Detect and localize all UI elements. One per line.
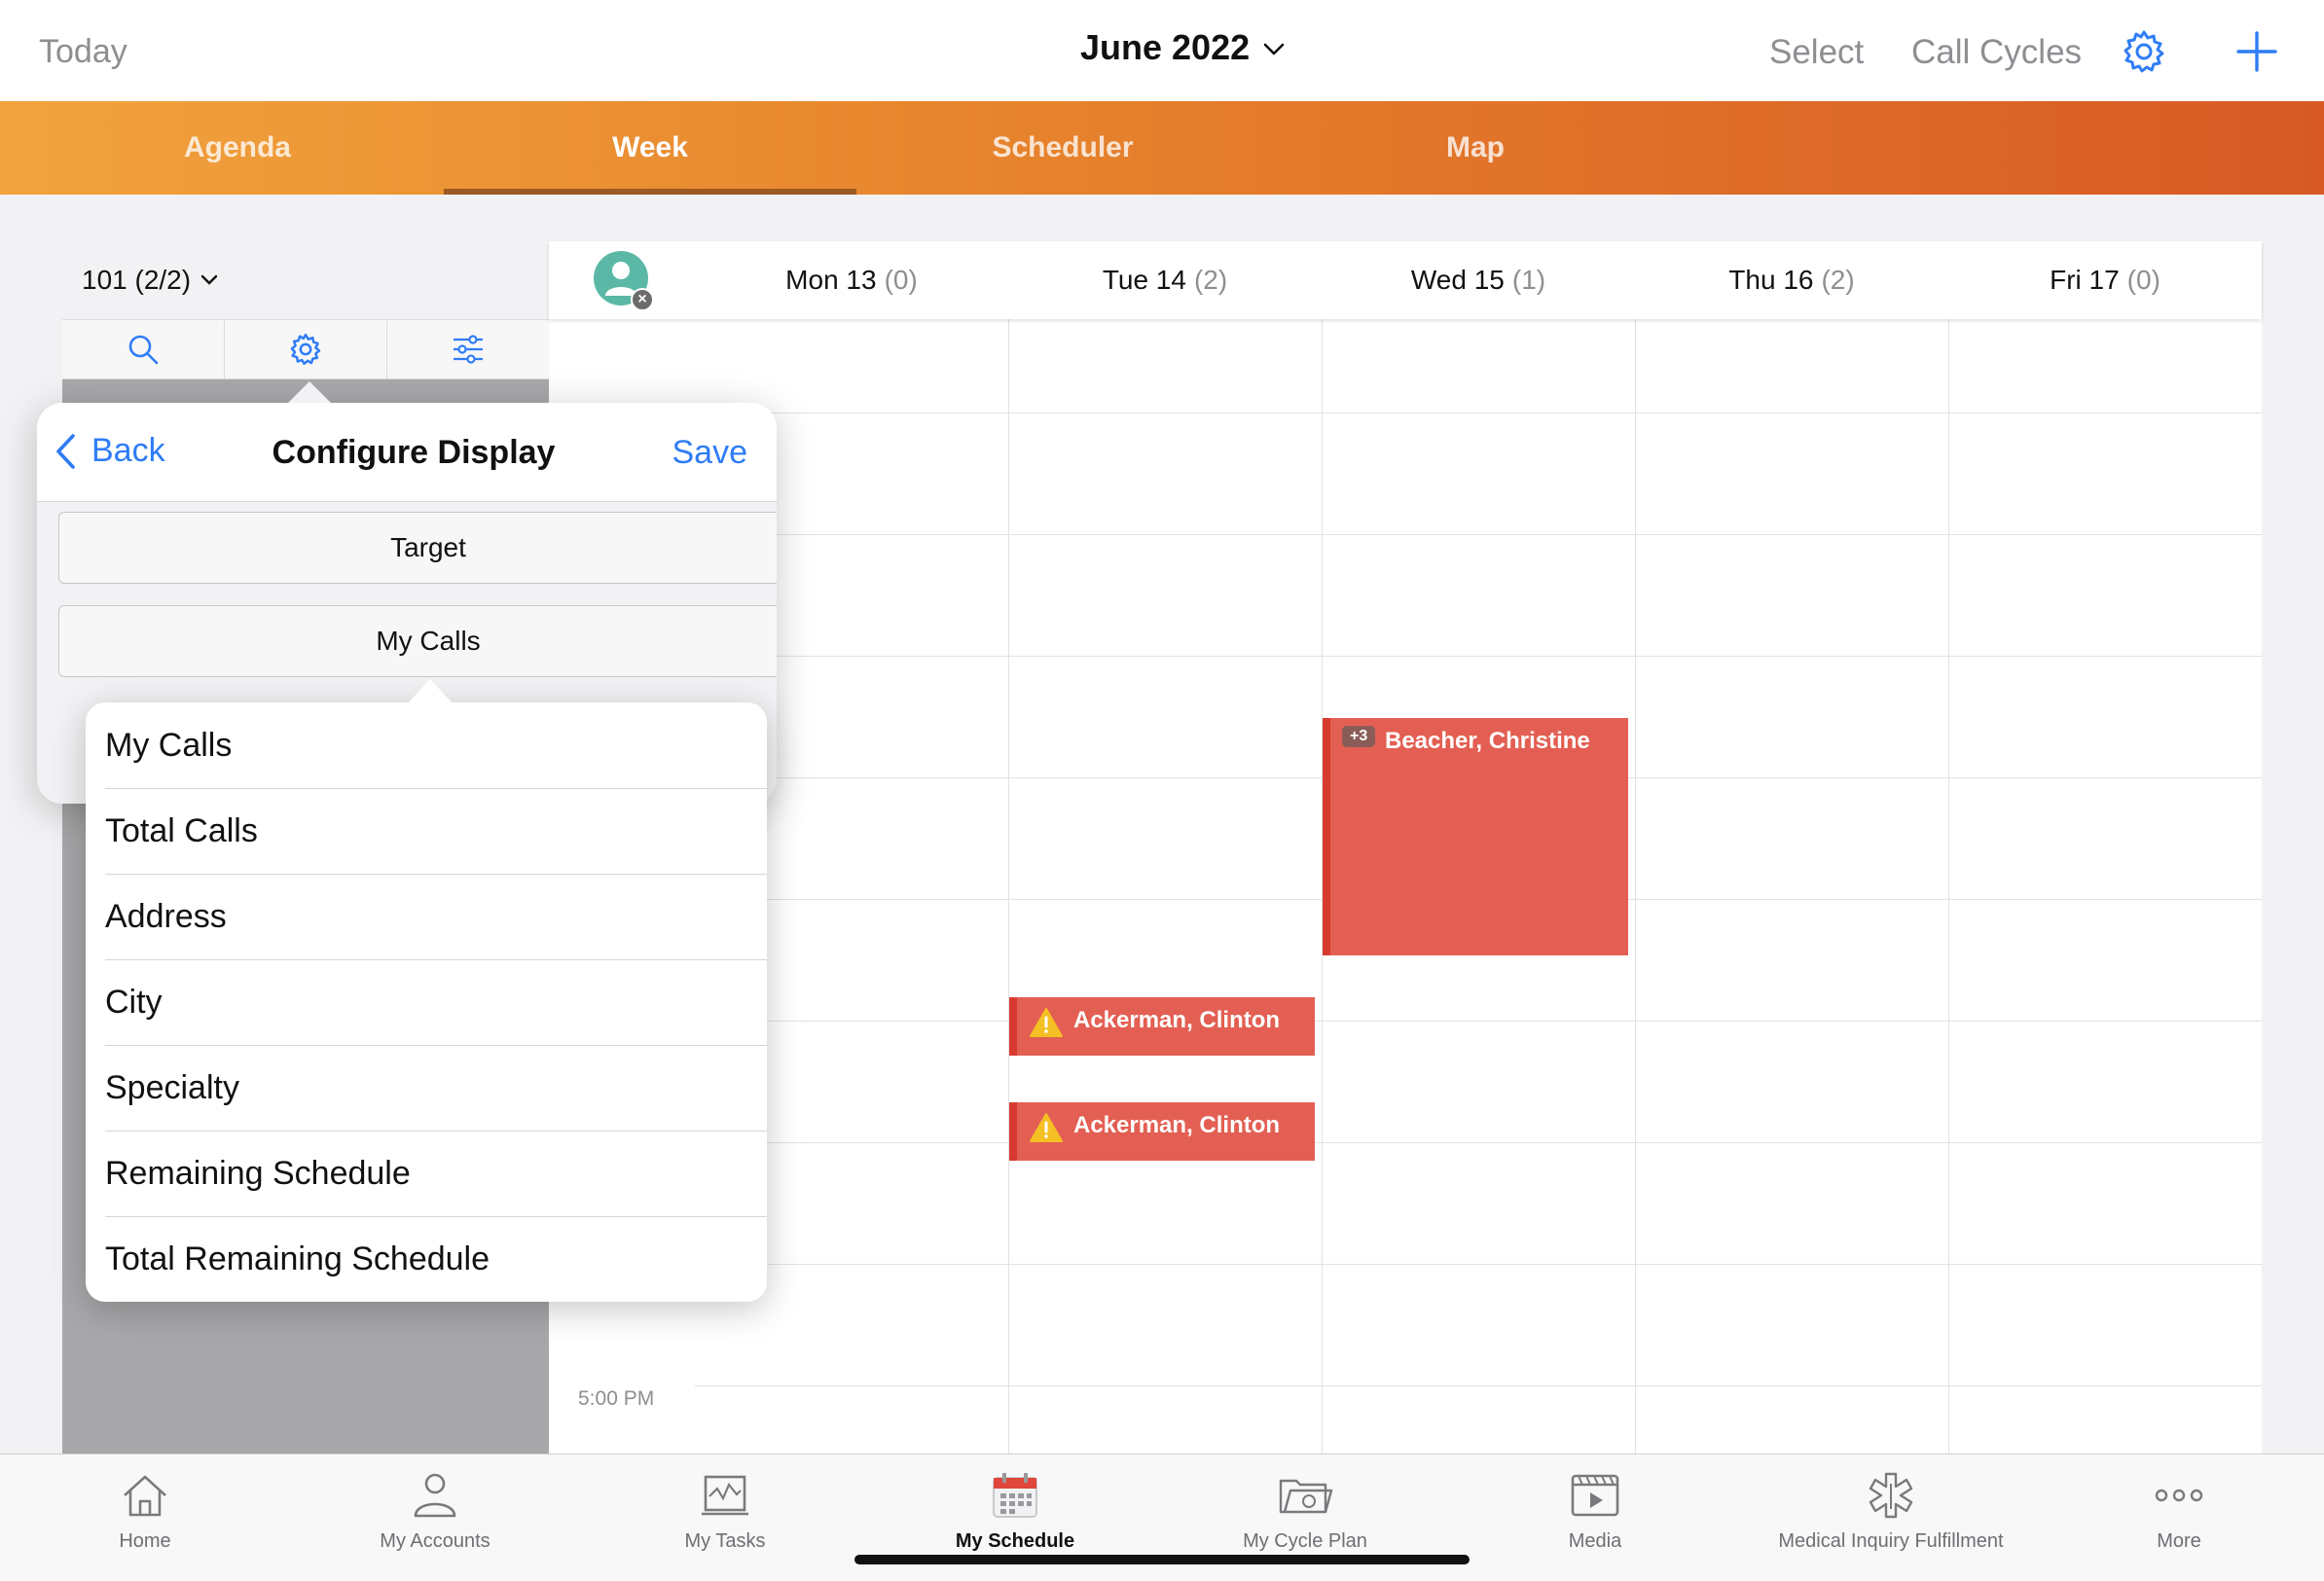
week-calendar: × Mon 13 (0) Tue 14 (2) Wed 15 (1) Thu 16 (2…	[549, 241, 2262, 1457]
nav-home[interactable]: Home	[0, 1455, 290, 1581]
chevron-down-icon	[200, 274, 218, 285]
dropdown-item-total-calls[interactable]: Total Calls	[86, 788, 767, 874]
tab-scheduler[interactable]: Scheduler	[856, 101, 1269, 195]
grid-line	[695, 1264, 2262, 1265]
dropdown-item-city[interactable]: City	[86, 959, 767, 1045]
top-bar: Today June 2022 Select Call Cycles	[0, 0, 2324, 101]
nav-label: Home	[119, 1530, 171, 1552]
save-button[interactable]: Save	[672, 434, 748, 472]
today-button[interactable]: Today	[39, 33, 127, 71]
dropdown-item-my-calls[interactable]: My Calls	[86, 702, 767, 788]
panel-toolbar	[62, 319, 549, 379]
dropdown-item-specialty[interactable]: Specialty	[86, 1045, 767, 1131]
settings-gear-icon[interactable]	[2122, 29, 2166, 79]
gear-icon[interactable]	[225, 320, 387, 378]
dropdown-item-remaining-schedule[interactable]: Remaining Schedule	[86, 1131, 767, 1216]
nav-label: My Cycle Plan	[1243, 1530, 1367, 1552]
nav-label: More	[2157, 1530, 2201, 1552]
calendar-event[interactable]: +3 Beacher, Christine	[1323, 718, 1628, 955]
calendar-icon	[990, 1470, 1040, 1521]
month-selector[interactable]: June 2022	[1080, 27, 1285, 68]
month-label: June 2022	[1080, 27, 1251, 67]
tab-week[interactable]: Week	[444, 101, 856, 195]
nav-media[interactable]: Media	[1450, 1455, 1740, 1581]
chevron-down-icon	[1263, 43, 1285, 55]
cycle-plan-icon	[1277, 1470, 1333, 1521]
dropdown-item-total-remaining-schedule[interactable]: Total Remaining Schedule	[86, 1216, 767, 1302]
time-label: 5:00 PM	[578, 1387, 655, 1410]
nav-label: My Schedule	[955, 1530, 1075, 1552]
warning-icon	[1029, 1007, 1064, 1045]
grid-line	[695, 656, 2262, 657]
display-option-my-calls[interactable]: My Calls	[58, 605, 777, 677]
grid-line	[695, 1021, 2262, 1022]
add-plus-icon[interactable]	[2234, 29, 2279, 79]
day-header-fri: Fri 17 (0)	[2050, 265, 2161, 295]
home-icon	[120, 1470, 170, 1521]
day-header-mon: Mon 13 (0)	[785, 265, 918, 295]
territory-label: 101 (2/2)	[82, 265, 192, 295]
display-field-dropdown: My Calls Total Calls Address City Specia…	[86, 702, 767, 1302]
media-icon	[1570, 1470, 1620, 1521]
nav-label: My Accounts	[380, 1530, 490, 1552]
more-icon	[2154, 1470, 2204, 1521]
event-count-badge: +3	[1342, 726, 1376, 747]
day-header-thu: Thu 16 (2)	[1728, 265, 1855, 295]
nav-label: Medical Inquiry Fulfillment	[1778, 1530, 2004, 1552]
accounts-icon	[410, 1470, 460, 1521]
event-title: Ackerman, Clinton	[1073, 1007, 1281, 1033]
user-avatar-icon[interactable]: ×	[594, 251, 654, 311]
popover-header: Configure Display Back Save	[37, 403, 777, 502]
back-label: Back	[91, 432, 165, 469]
grid-line	[695, 534, 2262, 535]
territory-header: 101 (2/2)	[62, 241, 549, 319]
call-cycles-button[interactable]: Call Cycles	[1911, 33, 2082, 72]
grid-divider	[1008, 319, 1009, 1457]
tab-map[interactable]: Map	[1269, 101, 1682, 195]
calendar-event[interactable]: Ackerman, Clinton	[1009, 1102, 1315, 1161]
event-title: Ackerman, Clinton	[1073, 1112, 1281, 1138]
medical-icon	[1866, 1470, 1916, 1521]
nav-label: My Tasks	[684, 1530, 766, 1552]
back-button[interactable]: Back	[54, 432, 165, 470]
warning-icon	[1029, 1112, 1064, 1150]
calendar-day-header: × Mon 13 (0) Tue 14 (2) Wed 15 (1) Thu 16 (2…	[549, 241, 2262, 319]
tab-agenda[interactable]: Agenda	[31, 101, 444, 195]
select-button[interactable]: Select	[1769, 33, 1864, 72]
territory-selector[interactable]: 101 (2/2)	[82, 265, 218, 296]
filter-sliders-icon[interactable]	[387, 320, 549, 378]
nav-more[interactable]: More	[2034, 1455, 2324, 1581]
grid-line	[695, 1142, 2262, 1143]
dropdown-arrow	[407, 679, 454, 704]
nav-label: Media	[1568, 1530, 1622, 1552]
day-header-wed: Wed 15 (1)	[1410, 265, 1546, 295]
display-option-target[interactable]: Target	[58, 512, 777, 584]
grid-divider	[1948, 319, 1949, 1457]
close-icon[interactable]: ×	[631, 288, 654, 311]
tasks-icon	[700, 1470, 750, 1521]
nav-my-accounts[interactable]: My Accounts	[290, 1455, 580, 1581]
chevron-left-icon	[56, 433, 75, 469]
calendar-event[interactable]: Ackerman, Clinton	[1009, 997, 1315, 1056]
view-tab-bar: Agenda Week Scheduler Map	[0, 101, 2324, 195]
search-icon[interactable]	[62, 320, 225, 378]
event-title: Beacher, Christine	[1385, 728, 1590, 754]
home-indicator	[854, 1555, 1470, 1564]
grid-divider	[1635, 319, 1636, 1457]
dropdown-item-address[interactable]: Address	[86, 874, 767, 959]
popover-arrow	[288, 381, 331, 403]
nav-medical-inquiry-fulfillment[interactable]: Medical Inquiry Fulfillment	[1740, 1455, 2042, 1581]
day-header-tue: Tue 14 (2)	[1102, 265, 1228, 295]
nav-my-tasks[interactable]: My Tasks	[580, 1455, 870, 1581]
grid-line	[695, 1385, 2262, 1386]
